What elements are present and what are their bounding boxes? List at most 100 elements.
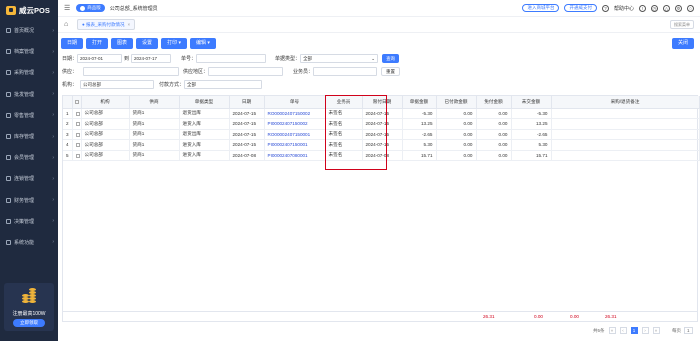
sidebar: 威云POS 首页概况 › 档案管理 › 采购管理 › 批发管理 › 零售管理 › 库存管理…	[0, 0, 58, 341]
col-remark[interactable]: 采购/退货备注	[551, 96, 700, 109]
prev-page-button[interactable]: ‹	[619, 327, 627, 334]
cell-date: 2024-07-15	[229, 108, 265, 119]
per-page-label: 每页	[672, 327, 681, 333]
sidebar-item-retail[interactable]: 零售管理 ›	[0, 105, 58, 126]
order-type-select[interactable]: 全部 ⌄	[300, 54, 379, 63]
filter-row-3: 机构： 公司总部 付款方式： 全部	[58, 78, 700, 91]
row-checkbox[interactable]	[75, 153, 80, 158]
col-date[interactable]: 日期	[229, 96, 265, 109]
row-checkbox-cell[interactable]	[72, 108, 82, 119]
row-checkbox-cell[interactable]	[72, 129, 82, 140]
sidebar-item-purchase[interactable]: 采购管理 ›	[0, 62, 58, 83]
sidebar-item-wholesale[interactable]: 批发管理 ›	[0, 84, 58, 105]
cell-order-no[interactable]: RO00002407150002	[264, 108, 326, 119]
row-checkbox[interactable]	[75, 143, 80, 148]
col-doc-type[interactable]: 单据类型	[179, 96, 230, 109]
help-center-link[interactable]: 帮助中心	[614, 5, 634, 12]
salesman-input[interactable]	[313, 67, 378, 76]
org-select[interactable]: 公司总部	[80, 80, 155, 89]
pay-method-label: 付款方式：	[159, 82, 185, 88]
cell-order-no[interactable]: PI00002407150002	[264, 118, 326, 130]
sidebar-item-decision[interactable]: 决策管理 ›	[0, 211, 58, 232]
cell-remark	[551, 129, 700, 140]
page-1-button[interactable]: 1	[630, 327, 638, 334]
user-avatar-icon[interactable]: ○	[687, 4, 694, 12]
sidebar-item-archive[interactable]: 档案管理 ›	[0, 41, 58, 62]
order-no-input[interactable]	[196, 54, 267, 63]
sidebar-item-home[interactable]: 首页概况 ›	[0, 20, 58, 41]
home-icon[interactable]: ⌂	[64, 21, 72, 29]
cell-doc-type: 进货入库	[179, 139, 230, 151]
cell-supplier: 货商1	[129, 139, 180, 151]
col-order-no[interactable]: 单号	[264, 96, 326, 109]
sidebar-item-inventory[interactable]: 库存管理 ›	[0, 126, 58, 147]
cell-order-no[interactable]: PI00002407150001	[264, 139, 326, 151]
row-checkbox[interactable]	[75, 122, 80, 127]
cell-order-no[interactable]: RO00002407150001	[264, 129, 326, 140]
menu-toggle-icon[interactable]: ☰	[64, 4, 70, 12]
pay-link-button[interactable]: 开通威支付	[564, 4, 597, 12]
region-input[interactable]	[208, 67, 284, 76]
settings-icon	[6, 239, 11, 245]
col-check[interactable]	[72, 96, 82, 109]
store-pill[interactable]: 商品版	[76, 4, 105, 12]
chart-button[interactable]: 图表	[111, 38, 134, 49]
sidebar-item-system[interactable]: 系统功能 ›	[0, 232, 58, 253]
row-checkbox[interactable]	[75, 111, 80, 116]
supplier-input[interactable]	[83, 67, 180, 76]
select-all-checkbox[interactable]	[74, 100, 79, 105]
sidebar-item-label: 会员管理	[14, 155, 35, 162]
next-page-button[interactable]: ›	[641, 327, 649, 334]
cell-unpaid: -5.30	[511, 108, 552, 119]
question-icon[interactable]: ?	[601, 4, 609, 12]
cell-amount: -2.65	[402, 129, 437, 140]
print-button[interactable]: 打印 ▾	[161, 38, 187, 49]
clock-icon[interactable]: ◷	[651, 4, 658, 12]
date-to-input[interactable]: 2024-07-17	[131, 54, 172, 63]
sidebar-item-member[interactable]: 会员管理 ›	[0, 147, 58, 168]
chevron-right-icon: ›	[52, 239, 54, 246]
col-free[interactable]: 免付金额	[476, 96, 512, 109]
row-checkbox-cell[interactable]	[72, 139, 82, 151]
sidebar-nav: 首页概况 › 档案管理 › 采购管理 › 批发管理 › 零售管理 › 库存管理 › 会员管理…	[0, 20, 58, 253]
date-button[interactable]: 日期	[61, 38, 84, 49]
col-org[interactable]: 机构	[81, 96, 130, 109]
sidebar-item-label: 零售管理	[14, 112, 35, 119]
col-supplier[interactable]: 供商	[129, 96, 180, 109]
reset-button[interactable]: 重置	[381, 67, 401, 76]
close-icon[interactable]: ×	[127, 22, 130, 27]
bell-icon[interactable]: △	[663, 4, 670, 12]
pay-method-select[interactable]: 全部	[184, 80, 263, 89]
edit-button[interactable]: 编辑 ▾	[189, 38, 216, 49]
row-checkbox-cell[interactable]	[72, 150, 82, 161]
row-checkbox[interactable]	[75, 132, 80, 137]
mall-link-button[interactable]: 进入商城平台	[522, 4, 560, 12]
settings-button[interactable]: 设置	[136, 38, 159, 49]
toolbar: 日期 打开 图表 设置 打印 ▾ 编辑 ▾ 关闭	[58, 36, 700, 51]
info-icon[interactable]: !	[639, 4, 646, 12]
col-paid[interactable]: 已付款金额	[436, 96, 477, 109]
cell-paid: 0.00	[436, 108, 477, 119]
top-bar: ☰ 商品版 公司总部_系统管理员 进入商城平台 开通威支付 ? 帮助中心 ! ◷…	[58, 0, 700, 17]
row-checkbox-cell[interactable]	[72, 118, 82, 130]
query-button[interactable]: 查询	[382, 54, 400, 63]
promo-card: 注册最高100W 立即领取	[4, 283, 54, 331]
app-logo[interactable]: 威云POS	[0, 0, 58, 20]
box-icon	[6, 134, 11, 140]
close-button[interactable]: 关闭	[671, 38, 694, 49]
last-page-button[interactable]: »	[652, 327, 660, 334]
date-from-input[interactable]: 2024-07-01	[77, 54, 123, 63]
sidebar-item-label: 批发管理	[14, 91, 35, 98]
first-page-button[interactable]: «	[608, 327, 616, 334]
tab-purchase-payment-report[interactable]: ● 报表_采购付款情况 ×	[77, 19, 136, 30]
col-unpaid[interactable]: 未交金额	[511, 96, 552, 109]
open-button[interactable]: 打开	[86, 38, 109, 49]
sidebar-item-chain[interactable]: 连锁管理 ›	[0, 168, 58, 189]
menu-search-input[interactable]: 搜索菜单	[670, 20, 694, 29]
col-amount[interactable]: 单据金额	[402, 96, 437, 109]
sidebar-item-finance[interactable]: 财务管理 ›	[0, 190, 58, 211]
settings-icon[interactable]: ✲	[675, 4, 682, 12]
cell-order-no[interactable]: PI00002407080001	[264, 150, 326, 161]
per-page-input[interactable]: 1	[684, 327, 693, 334]
promo-claim-button[interactable]: 立即领取	[13, 319, 45, 327]
